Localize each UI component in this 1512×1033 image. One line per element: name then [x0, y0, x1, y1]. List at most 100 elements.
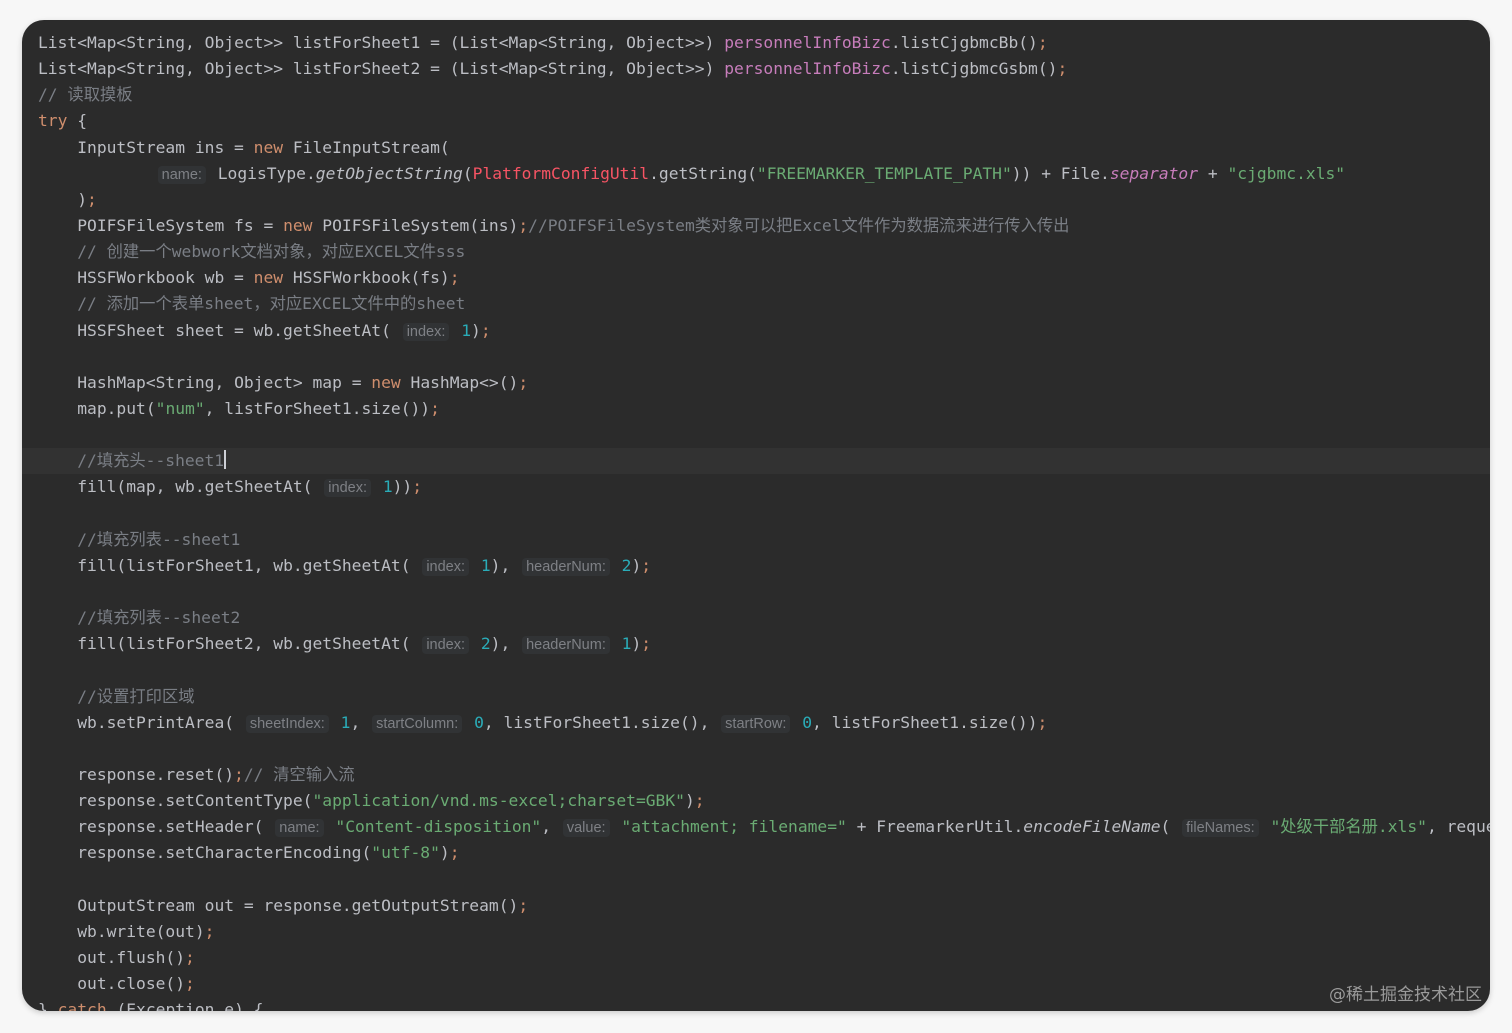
code-token: listForSheet1.size()) [831, 712, 1038, 732]
code-line[interactable] [22, 657, 1490, 683]
code-line[interactable]: out.flush(); [22, 945, 1490, 971]
code-token: "application/vnd.ms-excel;charset=GBK" [312, 791, 685, 811]
code-editor[interactable]: List<Map<String, Object>> listForSheet1 … [22, 20, 1490, 1011]
code-token: ; [449, 268, 460, 288]
code-token: , [253, 555, 274, 575]
code-line[interactable]: //填充列表--sheet2 [22, 605, 1490, 631]
code-token: wb.write(out) [38, 921, 205, 941]
code-line[interactable]: //填充列表--sheet1 [22, 527, 1490, 553]
code-line[interactable]: response.reset();// 清空输入流 [22, 762, 1490, 788]
code-token: ; [449, 843, 460, 863]
parameter-hint: index: [422, 636, 470, 655]
code-token: wb.getSheetAt( [273, 634, 421, 654]
code-line[interactable]: // 读取摸板 [22, 82, 1490, 108]
code-token: , [699, 712, 720, 732]
code-token: ) [38, 189, 88, 209]
code-line[interactable]: // 创建一个webwork文档对象，对应EXCEL文件sss [22, 239, 1490, 265]
code-area[interactable]: List<Map<String, Object>> listForSheet1 … [22, 30, 1490, 1011]
code-token: //设置打印区域 [38, 686, 195, 706]
code-token: , [185, 59, 205, 79]
code-token: , [541, 817, 561, 837]
code-token: try [38, 111, 78, 131]
code-token: wb.setPrintArea( [38, 712, 244, 732]
code-token: // 清空输入流 [243, 764, 355, 784]
code-token: , [483, 712, 504, 732]
code-token: ; [185, 974, 195, 994]
code-token: , [155, 477, 176, 497]
code-token: "Content-disposition" [335, 817, 542, 837]
code-line[interactable]: response.setContentType("application/vnd… [22, 788, 1490, 814]
code-line[interactable]: } catch (Exception e) { [22, 997, 1490, 1011]
code-line[interactable]: ); [22, 187, 1490, 213]
code-token: "utf-8" [371, 843, 440, 863]
code-line[interactable]: fill(listForSheet1, wb.getSheetAt( index… [22, 553, 1490, 579]
code-token: catch [57, 1000, 117, 1011]
code-token: new [253, 268, 293, 288]
code-line[interactable]: fill(listForSheet2, wb.getSheetAt( index… [22, 631, 1490, 657]
code-line[interactable]: //设置打印区域 [22, 684, 1490, 710]
code-token: ; [412, 477, 423, 497]
code-token: , [350, 712, 371, 732]
code-token: + [1198, 163, 1228, 183]
code-token: separator [1109, 163, 1199, 183]
code-line[interactable]: response.setCharacterEncoding("utf-8"); [22, 840, 1490, 866]
code-token: , [185, 33, 205, 52]
code-line[interactable]: fill(map, wb.getSheetAt( index: 1)); [22, 474, 1490, 500]
code-line[interactable]: OutputStream out = response.getOutputStr… [22, 893, 1490, 919]
code-token: HSSFWorkbook wb = [38, 268, 254, 288]
code-line[interactable]: wb.setPrintArea( sheetIndex: 1, startCol… [22, 710, 1490, 736]
code-line[interactable]: List<Map<String, Object>> listForSheet1 … [22, 30, 1490, 56]
code-token: List<Map<String [38, 59, 186, 79]
code-token: ) [684, 791, 695, 811]
code-token: OutputStream out = response.getOutputStr… [38, 895, 519, 915]
code-token: )) + File. [1011, 163, 1110, 183]
code-token: POIFSFileSystem fs = [38, 215, 284, 235]
code-line[interactable]: POIFSFileSystem fs = new POIFSFileSystem… [22, 213, 1490, 239]
code-token: fill(listForSheet1 [38, 555, 254, 575]
code-token: + FreemarkerUtil. [846, 817, 1024, 837]
code-token: Object>> listForSheet1 = (List<Map<Strin… [204, 33, 607, 52]
code-token: 1 [621, 634, 632, 654]
code-token: 0 [474, 712, 484, 732]
code-token: response.setHeader( [38, 817, 274, 837]
code-line[interactable] [22, 867, 1490, 893]
code-line[interactable]: HSSFWorkbook wb = new HSSFWorkbook(fs); [22, 265, 1490, 291]
code-line[interactable] [22, 344, 1490, 370]
code-line[interactable]: name: LogisType.getObjectString(Platform… [22, 161, 1490, 187]
code-line[interactable] [22, 579, 1490, 605]
parameter-hint: startRow: [721, 714, 791, 733]
code-line[interactable]: map.put("num", listForSheet1.size()); [22, 396, 1490, 422]
code-line[interactable]: HashMap<String, Object> map = new HashMa… [22, 370, 1490, 396]
code-token: Object>>) [626, 59, 725, 79]
code-line[interactable]: try { [22, 108, 1490, 134]
code-token: "处级干部名册.xls" [1270, 817, 1427, 837]
code-line[interactable]: InputStream ins = new FileInputStream( [22, 135, 1490, 161]
code-line[interactable]: //填充头--sheet1 [22, 448, 1490, 475]
code-token: "FREEMARKER_TEMPLATE_PATH" [756, 163, 1012, 183]
code-line[interactable]: response.setHeader( name: "Content-dispo… [22, 814, 1490, 840]
code-token: response.setContentType( [38, 791, 313, 811]
code-token: ( [462, 163, 473, 183]
code-token: HashMap<String [38, 372, 215, 392]
code-line[interactable]: HSSFSheet sheet = wb.getSheetAt( index: … [22, 318, 1490, 344]
code-token: ; [480, 320, 491, 340]
code-line[interactable] [22, 422, 1490, 448]
code-token: request)) [1446, 817, 1490, 837]
code-token: 1 [480, 555, 491, 575]
code-token: //填充头--sheet1 [38, 451, 225, 471]
code-token: "num" [155, 398, 205, 418]
parameter-hint: name: [275, 819, 324, 838]
code-line[interactable]: List<Map<String, Object>> listForSheet2 … [22, 56, 1490, 82]
code-token: , [253, 634, 274, 654]
code-line[interactable] [22, 736, 1490, 762]
code-line[interactable]: out.close(); [22, 971, 1490, 997]
code-token: , [812, 712, 832, 732]
code-token: , [214, 372, 235, 392]
code-line[interactable]: wb.write(out); [22, 919, 1490, 945]
code-line[interactable] [22, 501, 1490, 527]
code-line[interactable]: // 添加一个表单sheet，对应EXCEL文件中的sheet [22, 291, 1490, 317]
